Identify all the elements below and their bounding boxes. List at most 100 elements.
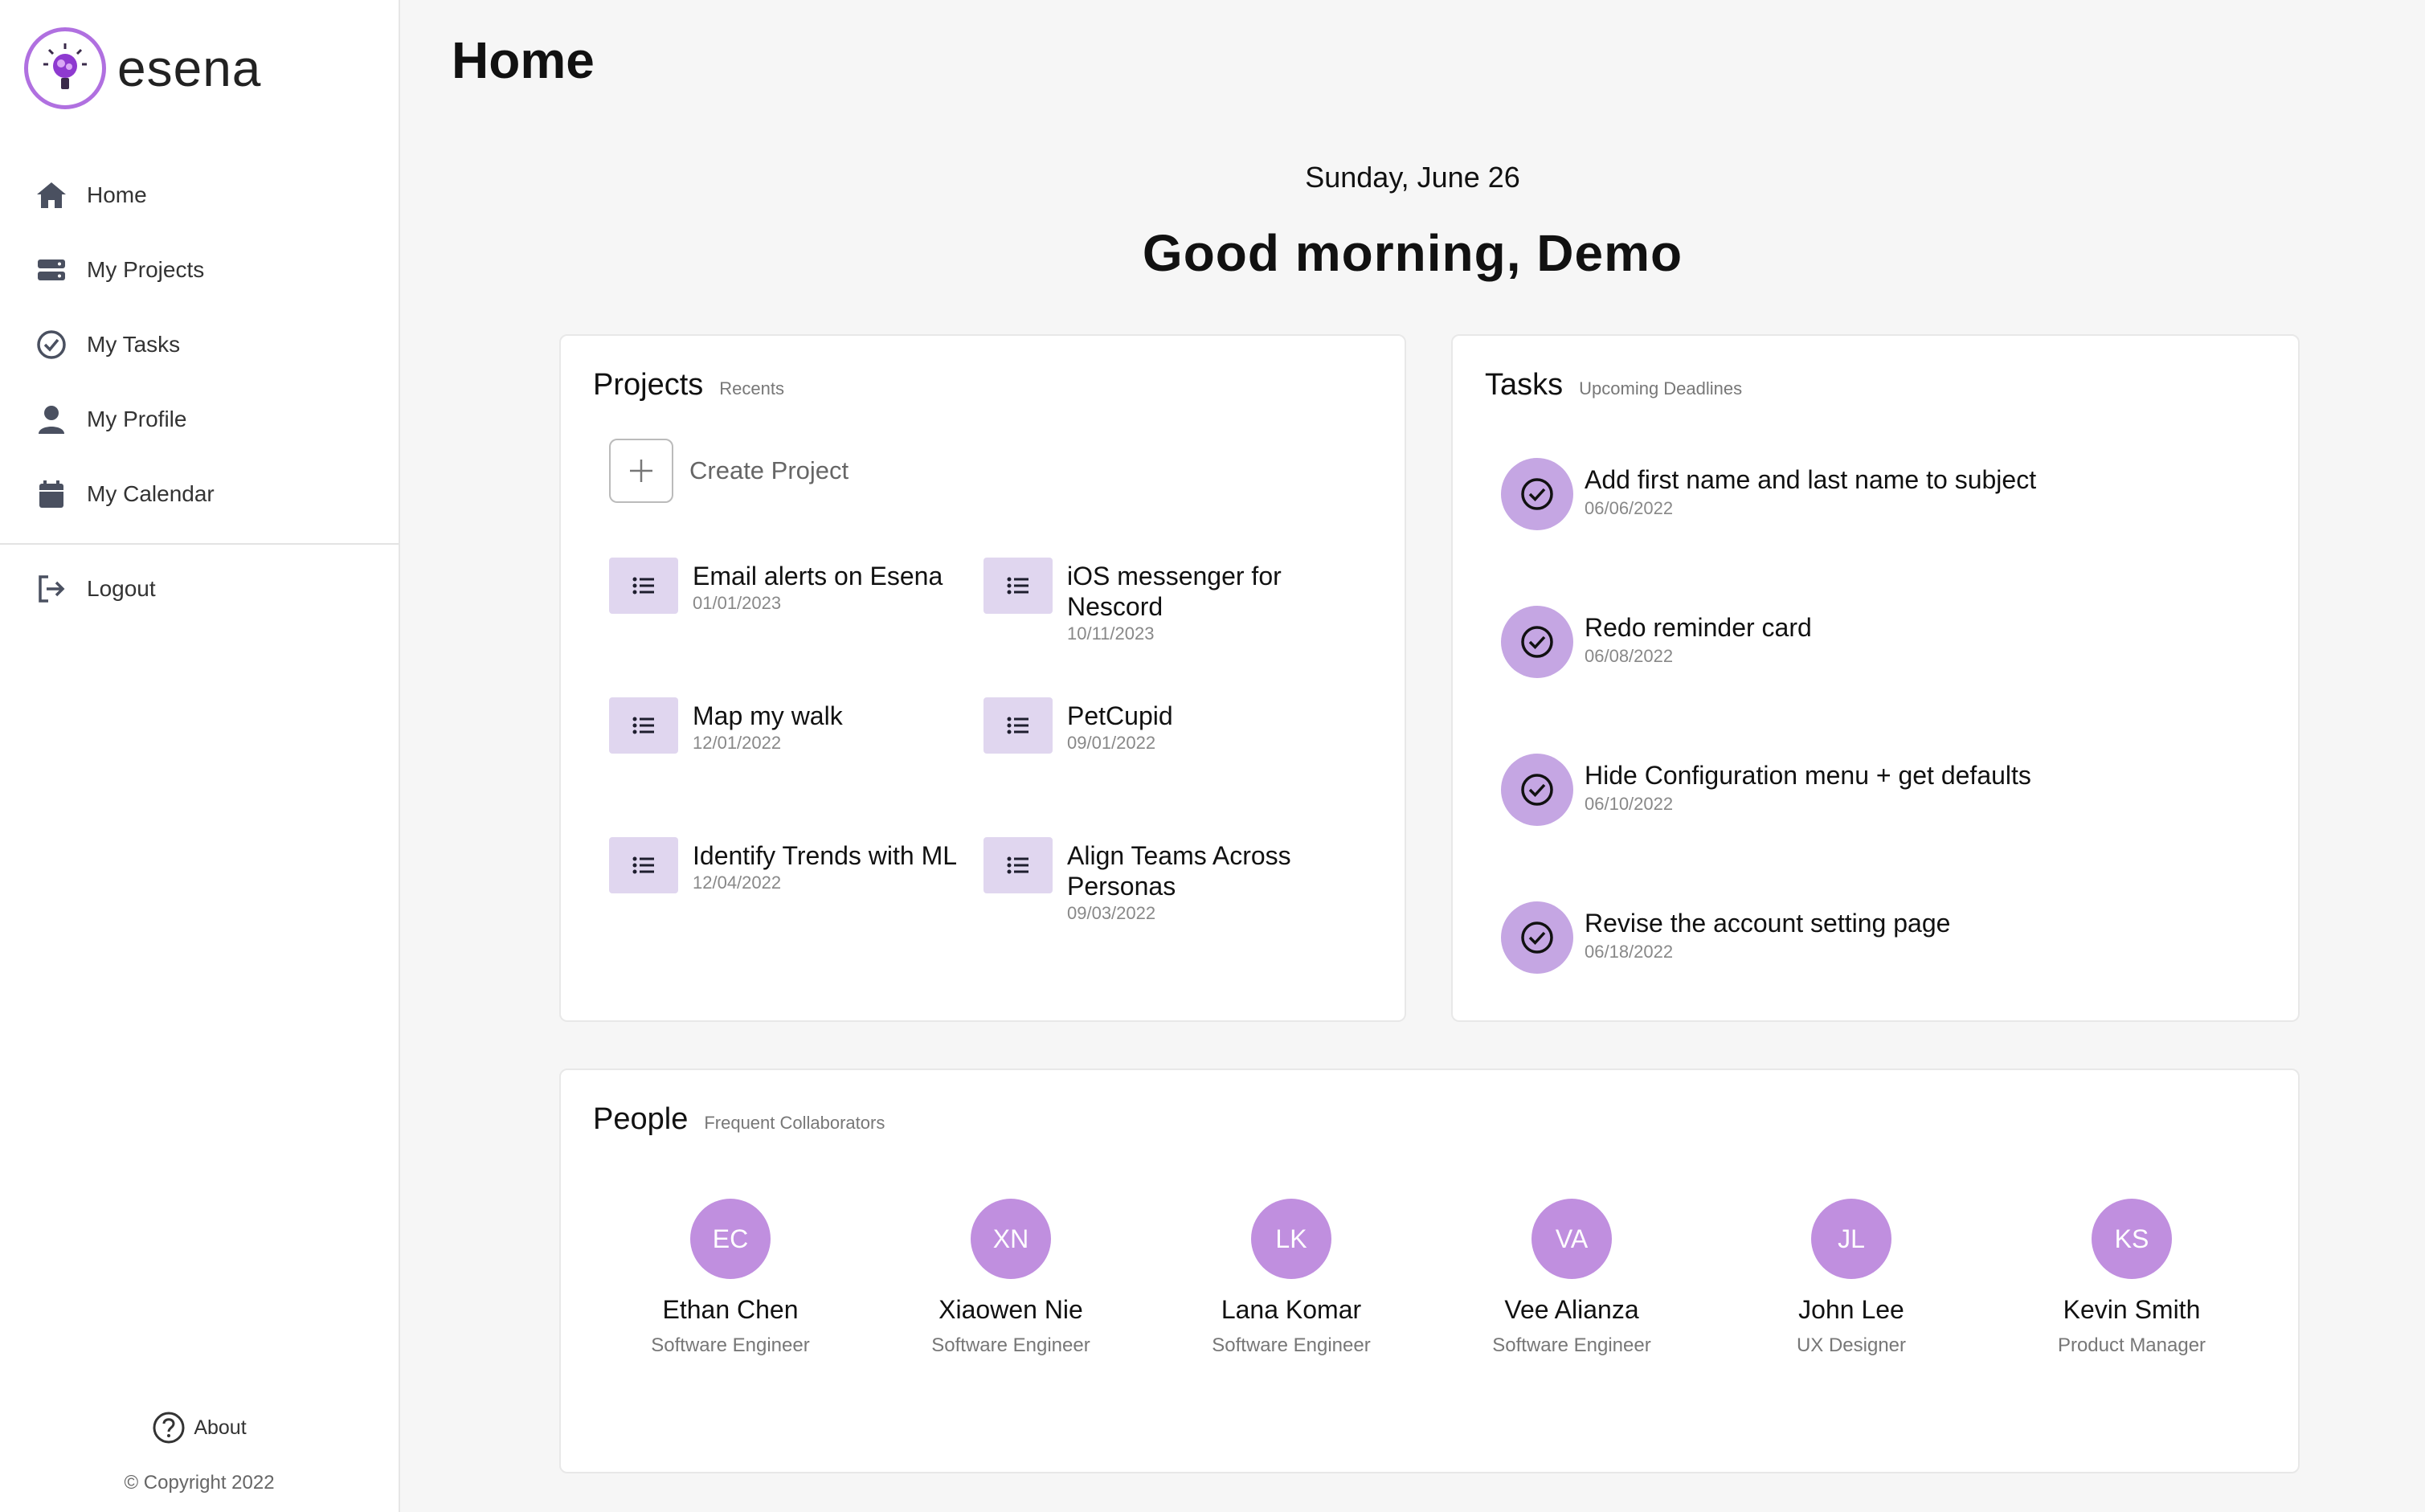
person-role: Software Engineer	[931, 1334, 1090, 1356]
main-nav: Home My Projects My Tasks My Profile My …	[0, 157, 399, 531]
project-date: 09/03/2022	[1067, 903, 1156, 923]
about-link[interactable]: About	[0, 1411, 399, 1445]
check-circle-icon	[35, 329, 67, 361]
task-item[interactable]: Redo reminder card 06/08/2022	[1501, 606, 1812, 678]
project-item[interactable]: Map my walk 12/01/2022	[609, 697, 979, 754]
check-circle-icon[interactable]	[1501, 754, 1573, 826]
project-name: Align Teams Across Personas	[1067, 841, 1291, 901]
about-label: About	[194, 1416, 247, 1439]
nav-label: My Projects	[87, 256, 205, 282]
user-icon	[35, 403, 67, 435]
esena-logo	[24, 27, 106, 109]
nav-item-my-profile[interactable]: My Profile	[0, 382, 399, 456]
nav-label: Home	[87, 182, 147, 207]
nav-label: My Profile	[87, 406, 187, 431]
person-role: UX Designer	[1796, 1334, 1907, 1356]
page-title: Home	[452, 31, 595, 89]
task-date: 06/18/2022	[1585, 942, 1674, 962]
logout-button[interactable]: Logout	[0, 551, 399, 626]
person-card[interactable]: XN Xiaowen Nie Software Engineer	[874, 1199, 1147, 1357]
person-name: Lana Komar	[1221, 1295, 1362, 1324]
project-name: iOS messenger for Nescord	[1067, 562, 1282, 621]
project-name: Map my walk	[693, 701, 843, 730]
brand[interactable]: esena	[24, 27, 261, 109]
project-date: 12/01/2022	[693, 733, 782, 753]
list-icon	[983, 558, 1053, 614]
plus-icon	[609, 439, 673, 503]
nav-item-home[interactable]: Home	[0, 157, 399, 232]
list-icon	[609, 558, 678, 614]
tasks-title: Tasks	[1485, 368, 1564, 402]
task-item[interactable]: Hide Configuration menu + get defaults 0…	[1501, 754, 2031, 826]
person-role: Product Manager	[2057, 1334, 2206, 1356]
person-name: Ethan Chen	[662, 1295, 799, 1324]
calendar-icon	[35, 478, 67, 510]
person-name: Xiaowen Nie	[939, 1295, 1083, 1324]
nav-divider	[0, 543, 399, 545]
task-date: 06/06/2022	[1585, 498, 1674, 518]
avatar: LK	[1251, 1199, 1331, 1279]
tasks-subtitle: Upcoming Deadlines	[1579, 378, 1743, 398]
projects-title: Projects	[593, 368, 704, 402]
project-name: Email alerts on Esena	[693, 562, 943, 590]
nav-label: My Tasks	[87, 331, 181, 357]
person-name: Vee Alianza	[1504, 1295, 1639, 1324]
project-date: 10/11/2023	[1067, 623, 1155, 644]
task-name: Hide Configuration menu + get defaults	[1585, 761, 2031, 790]
check-circle-icon[interactable]	[1501, 901, 1573, 974]
task-item[interactable]: Revise the account setting page 06/18/20…	[1501, 901, 1950, 974]
project-item[interactable]: iOS messenger for Nescord 10/11/2023	[983, 558, 1337, 644]
projects-subtitle: Recents	[719, 378, 784, 398]
person-role: Software Engineer	[651, 1334, 810, 1356]
task-name: Redo reminder card	[1585, 613, 1812, 642]
person-card[interactable]: EC Ethan Chen Software Engineer	[594, 1199, 867, 1357]
projects-card: Projects Recents Create Project Email al…	[559, 334, 1406, 1022]
project-item[interactable]: Align Teams Across Personas 09/03/2022	[983, 837, 1337, 924]
copyright-text: © Copyright 2022	[124, 1472, 275, 1494]
person-name: Kevin Smith	[2063, 1295, 2201, 1324]
create-project-label: Create Project	[689, 456, 849, 484]
home-icon	[35, 179, 67, 211]
list-icon	[983, 837, 1053, 893]
person-card[interactable]: JL John Lee UX Designer	[1715, 1199, 1988, 1357]
people-title: People	[593, 1102, 689, 1136]
people-card: People Frequent Collaborators EC Ethan C…	[559, 1069, 2300, 1473]
greeting: Good morning, Demo	[1142, 224, 1683, 282]
nav-item-my-calendar[interactable]: My Calendar	[0, 456, 399, 531]
list-icon	[609, 697, 678, 754]
avatar: KS	[2092, 1199, 2172, 1279]
nav-label: My Calendar	[87, 480, 215, 506]
check-circle-icon[interactable]	[1501, 606, 1573, 678]
person-role: Software Engineer	[1212, 1334, 1371, 1356]
task-date: 06/10/2022	[1585, 794, 1674, 814]
brand-name: esena	[117, 39, 262, 97]
person-card[interactable]: LK Lana Komar Software Engineer	[1155, 1199, 1428, 1357]
check-circle-icon[interactable]	[1501, 458, 1573, 530]
create-project-button[interactable]: Create Project	[609, 439, 849, 503]
project-item[interactable]: Identify Trends with ML 12/04/2022	[609, 837, 979, 893]
person-name: John Lee	[1798, 1295, 1904, 1324]
task-name: Revise the account setting page	[1585, 909, 1951, 938]
avatar: VA	[1531, 1199, 1612, 1279]
person-role: Software Engineer	[1492, 1334, 1651, 1356]
list-icon	[609, 837, 678, 893]
sidebar: esena Home My Projects My Tasks My Profi…	[0, 0, 400, 1512]
avatar: JL	[1811, 1199, 1891, 1279]
nav-item-my-tasks[interactable]: My Tasks	[0, 307, 399, 382]
task-name: Add first name and last name to subject	[1585, 465, 2037, 494]
project-date: 01/01/2023	[693, 593, 782, 613]
list-icon	[983, 697, 1053, 754]
project-date: 12/04/2022	[693, 872, 782, 893]
project-item[interactable]: PetCupid 09/01/2022	[983, 697, 1337, 754]
avatar: XN	[971, 1199, 1051, 1279]
person-card[interactable]: VA Vee Alianza Software Engineer	[1435, 1199, 1708, 1357]
project-item[interactable]: Email alerts on Esena 01/01/2023	[609, 558, 979, 614]
logout-label: Logout	[87, 575, 156, 601]
project-date: 09/01/2022	[1067, 733, 1156, 753]
task-item[interactable]: Add first name and last name to subject …	[1501, 458, 2036, 530]
people-subtitle: Frequent Collaborators	[704, 1113, 885, 1133]
person-card[interactable]: KS Kevin Smith Product Manager	[1995, 1199, 2268, 1357]
logout-icon	[35, 573, 67, 605]
current-date: Sunday, June 26	[1305, 161, 1520, 194]
nav-item-my-projects[interactable]: My Projects	[0, 232, 399, 307]
